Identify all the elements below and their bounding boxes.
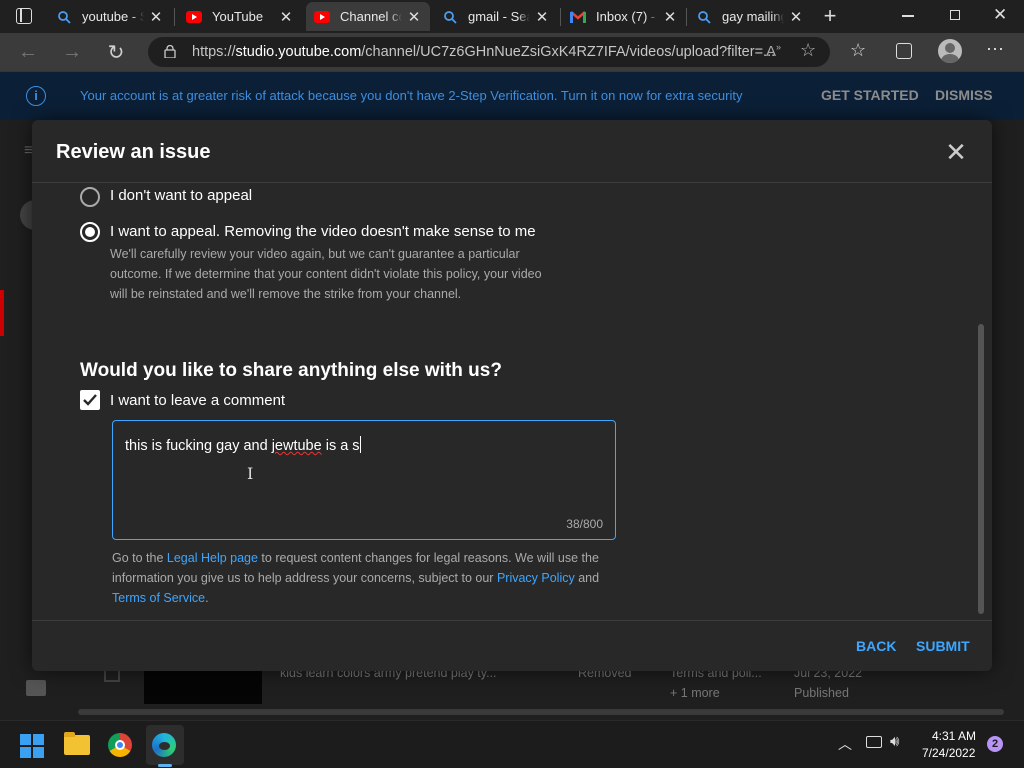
- search-icon: [442, 9, 458, 25]
- minimize-button[interactable]: [902, 15, 914, 17]
- restriction-more: + 1 more: [670, 686, 720, 700]
- edge-icon[interactable]: [152, 733, 176, 757]
- legal-notice: Go to the Legal Help page to request con…: [112, 551, 600, 605]
- tab-youtube[interactable]: YouTube ✕: [178, 2, 302, 31]
- tab-inbox[interactable]: Inbox (7) - ✕: [562, 2, 686, 31]
- no-appeal-label[interactable]: I don't want to appeal: [110, 187, 252, 204]
- share-heading: Would you like to share anything else wi…: [80, 360, 502, 381]
- search-icon: [696, 9, 712, 25]
- feedback-icon: [26, 680, 46, 696]
- checkmark-icon: [83, 394, 97, 406]
- radio-no-appeal[interactable]: [80, 187, 100, 207]
- search-icon: [56, 9, 72, 25]
- close-tab-icon[interactable]: ✕: [662, 8, 678, 26]
- dialog-footer: BACK SUBMIT: [32, 620, 992, 671]
- tab-gay-mailing-search[interactable]: gay mailing ✕: [688, 2, 812, 31]
- close-tab-icon[interactable]: ✕: [148, 8, 164, 26]
- close-tab-icon[interactable]: ✕: [278, 8, 294, 26]
- forward-arrow-icon[interactable]: →: [58, 39, 86, 65]
- url-bar[interactable]: https://studio.youtube.com/channel/UC7z6…: [148, 37, 830, 67]
- horizontal-scrollbar[interactable]: [78, 709, 1004, 715]
- chrome-icon[interactable]: [108, 733, 132, 757]
- network-icon[interactable]: [866, 736, 882, 748]
- tab-gmail-search[interactable]: gmail - Sea ✕: [434, 2, 558, 31]
- new-tab-button[interactable]: +: [818, 3, 842, 29]
- clock-date[interactable]: 7/24/2022: [922, 746, 975, 760]
- more-menu-icon[interactable]: ⋯: [986, 39, 1004, 60]
- info-icon: i: [26, 86, 46, 106]
- tab-channel-content[interactable]: Channel co ✕: [306, 2, 430, 31]
- tab-youtube-search[interactable]: youtube - S ✕: [48, 2, 172, 31]
- back-button[interactable]: BACK: [856, 638, 896, 654]
- spellcheck-word: jewtube: [271, 438, 322, 454]
- comment-checkbox-label[interactable]: I want to leave a comment: [110, 392, 285, 409]
- youtube-icon: [186, 9, 202, 25]
- appeal-description-1: We'll carefully review your video again,…: [110, 247, 520, 261]
- dialog-title: Review an issue: [56, 141, 211, 163]
- restore-button[interactable]: [950, 10, 960, 20]
- comment-checkbox[interactable]: [80, 390, 100, 410]
- appeal-description-3: will be reinstated and we'll remove the …: [110, 287, 462, 301]
- address-toolbar: ← → ↻ https://studio.youtube.com/channel…: [0, 33, 1024, 71]
- lock-icon[interactable]: [164, 44, 176, 59]
- youtube-icon: [314, 9, 330, 25]
- favorites-icon[interactable]: ☆: [850, 40, 866, 61]
- add-favorite-icon[interactable]: ☆: [800, 40, 816, 61]
- refresh-icon[interactable]: ↻: [102, 39, 130, 65]
- tab-actions-icon[interactable]: [16, 8, 32, 24]
- text-cursor-icon: I: [247, 464, 254, 483]
- get-started-button[interactable]: GET STARTED: [821, 87, 919, 103]
- profile-avatar[interactable]: [938, 39, 962, 63]
- volume-icon[interactable]: 🔊︎: [890, 733, 899, 750]
- banner-message: Your account is at greater risk of attac…: [80, 88, 743, 103]
- notification-badge[interactable]: 2: [987, 736, 1003, 752]
- back-arrow-icon[interactable]: ←: [14, 39, 42, 65]
- close-tab-icon[interactable]: ✕: [534, 8, 550, 26]
- radio-appeal[interactable]: [80, 222, 100, 242]
- legal-help-link[interactable]: Legal Help page: [167, 551, 258, 565]
- close-window-button[interactable]: ✕: [993, 5, 1007, 25]
- terms-of-service-link[interactable]: Terms of Service: [112, 591, 205, 605]
- dialog-scrollbar[interactable]: [978, 324, 984, 614]
- appeal-description-2: outcome. If we determine that your conte…: [110, 267, 542, 281]
- row-published: Published: [794, 686, 849, 700]
- edge-running-indicator: [158, 764, 172, 767]
- privacy-policy-link[interactable]: Privacy Policy: [497, 571, 575, 585]
- comment-textarea[interactable]: this is fucking gay and jewtube is a s I…: [112, 420, 616, 540]
- text-caret: [359, 436, 361, 453]
- browser-tab-bar: youtube - S ✕ YouTube ✕ Channel co ✕ gma…: [0, 0, 1024, 33]
- appeal-label[interactable]: I want to appeal. Removing the video doe…: [110, 223, 536, 240]
- video-thumbnail: [144, 668, 262, 704]
- review-issue-dialog: Review an issue ✕ I don't want to appeal…: [32, 120, 992, 671]
- dialog-header: Review an issue ✕: [32, 120, 992, 183]
- clock-time[interactable]: 4:31 AM: [932, 729, 976, 743]
- gmail-icon: [570, 9, 586, 25]
- sidebar-active-marker: [0, 290, 4, 336]
- security-info-banner: i Your account is at greater risk of att…: [0, 71, 1024, 120]
- windows-start-icon[interactable]: [20, 734, 44, 758]
- close-icon[interactable]: ✕: [943, 139, 969, 166]
- dismiss-button[interactable]: DISMISS: [935, 87, 993, 103]
- windows-taskbar: ︿ 🔊︎ 4:31 AM 7/24/2022 2: [0, 720, 1024, 768]
- close-tab-icon[interactable]: ✕: [788, 8, 804, 26]
- submit-button[interactable]: SUBMIT: [916, 638, 970, 654]
- character-count: 38/800: [566, 517, 603, 531]
- collections-icon[interactable]: [896, 43, 912, 59]
- close-tab-icon[interactable]: ✕: [406, 8, 422, 26]
- file-explorer-icon[interactable]: [64, 732, 90, 755]
- read-aloud-icon[interactable]: A»: [766, 42, 781, 60]
- comment-text: this is fucking gay and jewtube is a s: [125, 436, 361, 454]
- chevron-up-icon[interactable]: ︿: [838, 734, 852, 754]
